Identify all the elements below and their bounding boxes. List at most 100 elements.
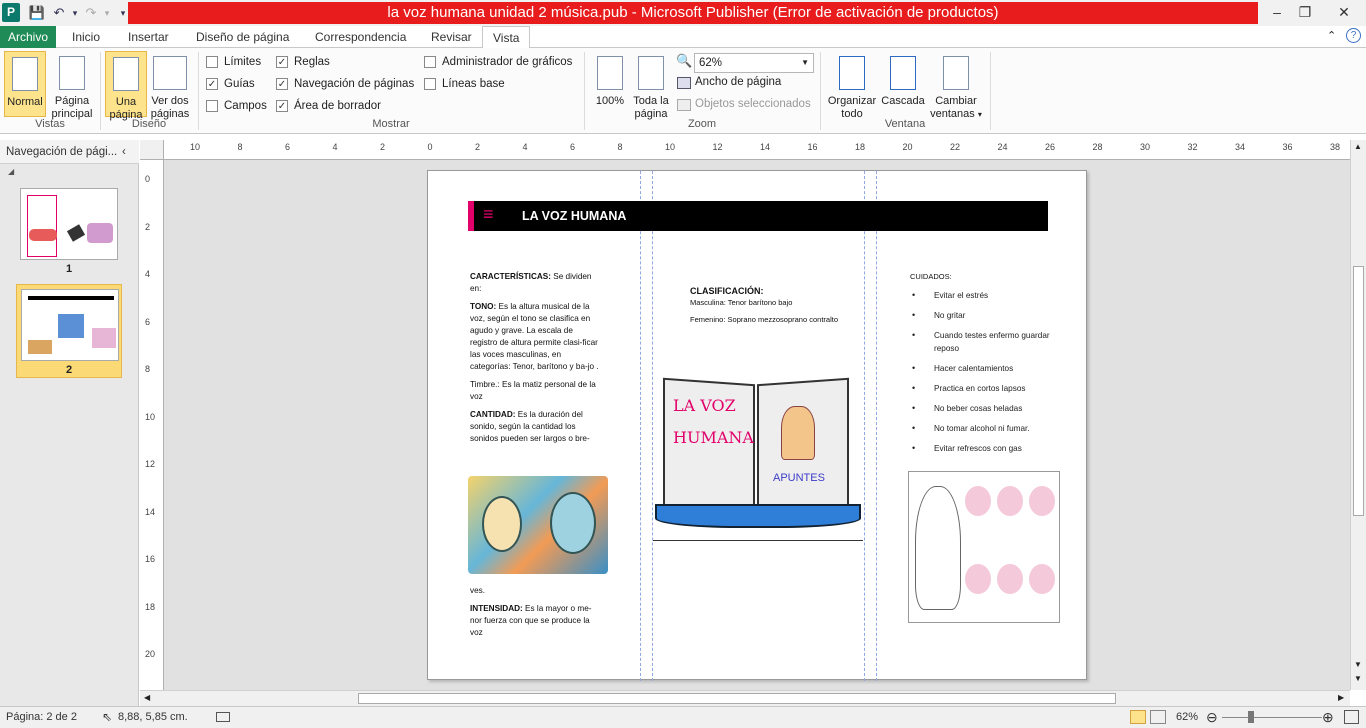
- ruler-tick-label: 6: [285, 142, 291, 152]
- thumbnail-header: [28, 296, 114, 300]
- master-page-label-1: Página: [54, 95, 90, 107]
- switch-windows-button[interactable]: Cambiar ventanas ▾: [928, 51, 984, 120]
- help-icon[interactable]: ?: [1346, 28, 1361, 43]
- bold-label: INTENSIDAD:: [470, 604, 523, 613]
- normal-view-button[interactable]: Normal: [4, 51, 46, 117]
- horizontal-ruler[interactable]: 10 8 6 4 2 0 2 4 6 8 10 12 14 16 18 20 22 24 26 28 30 32 34 36 3…: [164, 140, 1350, 160]
- tab-correspondencia[interactable]: Correspondencia: [305, 26, 416, 48]
- scroll-up-icon[interactable]: ▲: [1354, 142, 1362, 151]
- cascade-icon: [890, 56, 916, 90]
- lineas-label: Líneas base: [442, 78, 505, 90]
- arrange-all-button[interactable]: Organizar todo: [826, 51, 878, 120]
- vertical-scrollbar[interactable]: ▲ ▼ ▼: [1350, 140, 1366, 690]
- reglas-label: Reglas: [294, 56, 330, 68]
- zoom-in-icon[interactable]: ⊕: [1322, 707, 1334, 728]
- publication-page[interactable]: ≡ LA VOZ HUMANA CARACTERÍSTICAS: Se divi…: [427, 170, 1087, 681]
- navegacion-checkbox[interactable]: ✓ Navegación de páginas: [276, 76, 414, 92]
- ruler-tick-label: 8: [617, 142, 623, 152]
- column-2-text[interactable]: CLASIFICACIÓN: Masculina: Tenor barítono…: [690, 286, 840, 325]
- zoom-select-value: 62%: [699, 57, 723, 69]
- document-title[interactable]: LA VOZ HUMANA: [522, 209, 626, 223]
- horizontal-scroll-thumb[interactable]: [358, 693, 1116, 704]
- book-apuntes: APUNTES: [773, 472, 825, 484]
- single-page-view-icon[interactable]: [1130, 710, 1146, 724]
- campos-checkbox[interactable]: Campos: [206, 98, 267, 114]
- ruler-corner[interactable]: [140, 140, 164, 160]
- page-width-icon: [677, 77, 691, 89]
- book-illustration-image[interactable]: LA VOZ HUMANA APUNTES: [653, 376, 863, 541]
- master-page-button[interactable]: Página principal: [48, 51, 96, 120]
- close-icon[interactable]: ✕: [1326, 2, 1362, 22]
- scroll-down-icon[interactable]: ▼: [1354, 660, 1362, 669]
- ruler-tick-label: 12: [145, 459, 156, 469]
- zoom-slider[interactable]: [1222, 717, 1322, 718]
- zoom-slider-handle[interactable]: [1248, 711, 1254, 723]
- tab-revisar[interactable]: Revisar: [421, 26, 482, 48]
- page-thumbnail-1[interactable]: 1: [16, 184, 122, 278]
- expand-triangle-icon[interactable]: ◢: [8, 167, 14, 176]
- two-page-view-icon[interactable]: [1150, 710, 1166, 724]
- vocal-cord-image: [997, 564, 1023, 594]
- scroll-down-icon[interactable]: ▼: [1354, 674, 1362, 683]
- page-thumbnail-2[interactable]: 2: [16, 284, 122, 378]
- scroll-right-icon[interactable]: ▶: [1338, 693, 1344, 702]
- cascade-button[interactable]: Cascada: [880, 51, 926, 117]
- column-1-text-continued[interactable]: ves. INTENSIDAD: Es la mayor o me-nor fu…: [470, 585, 600, 639]
- paragraph: INTENSIDAD: Es la mayor o me-nor fuerza …: [470, 603, 600, 639]
- faces-artwork-image[interactable]: [468, 476, 608, 574]
- save-icon[interactable]: 💾: [28, 4, 46, 22]
- ruler-tick-label: 4: [145, 269, 151, 279]
- horizontal-scrollbar[interactable]: ◀ ▶: [140, 690, 1350, 706]
- page-width-button[interactable]: Ancho de página: [695, 76, 781, 88]
- scroll-left-icon[interactable]: ◀: [144, 693, 150, 702]
- checkbox-box: ✓: [276, 56, 288, 68]
- vertical-ruler[interactable]: 0 2 4 6 8 10 12 14 16 18 20: [140, 160, 164, 690]
- restore-icon[interactable]: ❐: [1290, 2, 1320, 22]
- single-page-button[interactable]: Una página: [105, 51, 147, 121]
- limites-checkbox[interactable]: Límites: [206, 54, 261, 70]
- tab-archivo[interactable]: Archivo: [0, 26, 56, 48]
- normal-view-icon: [12, 57, 38, 91]
- graficos-checkbox[interactable]: Administrador de gráficos: [424, 54, 572, 70]
- checkbox-box: [424, 78, 436, 90]
- lineas-checkbox[interactable]: Líneas base: [424, 76, 505, 92]
- guias-checkbox[interactable]: ✓ Guías: [206, 76, 255, 92]
- column-1-text[interactable]: CARACTERÍSTICAS: Se dividen en: TONO: Es…: [470, 271, 600, 445]
- thumbnail-frame: [27, 195, 57, 257]
- ruler-tick-label: 6: [145, 316, 151, 327]
- publisher-logo-icon[interactable]: P: [2, 3, 20, 22]
- list-item: Hacer calentamientos: [910, 362, 1060, 375]
- whole-page-button[interactable]: Toda la página: [630, 51, 672, 120]
- tab-insertar[interactable]: Insertar: [118, 26, 179, 48]
- navegacion-label: Navegación de páginas: [294, 78, 415, 90]
- zoom-select[interactable]: 62% ▼: [694, 53, 814, 73]
- zoom-level[interactable]: 62%: [1176, 707, 1198, 728]
- group-label-zoom: Zoom: [687, 118, 717, 130]
- borrador-checkbox[interactable]: ✓ Área de borrador: [276, 98, 381, 114]
- zoom-out-icon[interactable]: ⊖: [1206, 707, 1218, 728]
- vocal-cords-diagram-image[interactable]: [908, 471, 1060, 623]
- checkbox-box: [206, 56, 218, 68]
- tab-vista[interactable]: Vista: [482, 26, 531, 49]
- selected-objects-button[interactable]: Objetos seleccionados: [695, 98, 811, 110]
- fit-page-icon[interactable]: [1344, 710, 1359, 724]
- thumbnail-image: [92, 328, 116, 348]
- column-3-text[interactable]: CUIDADOS: Evitar el estrés No gritar Cua…: [910, 271, 1060, 462]
- two-page-button[interactable]: Ver dos páginas: [148, 51, 192, 120]
- zoom-100-button[interactable]: 100%: [592, 51, 628, 117]
- collapse-ribbon-icon[interactable]: ⌃: [1327, 29, 1336, 42]
- collapse-panel-icon[interactable]: ‹: [122, 140, 126, 164]
- page-indicator[interactable]: Página: 2 de 2: [6, 707, 77, 728]
- tab-diseno-pagina[interactable]: Diseño de página: [186, 26, 299, 48]
- group-label-diseno: Diseño: [131, 118, 167, 130]
- ruler-tick-label: 6: [570, 142, 576, 152]
- reglas-checkbox[interactable]: ✓ Reglas: [276, 54, 330, 70]
- clasificacion-heading: CLASIFICACIÓN:: [690, 286, 764, 296]
- ruler-tick-label: 26: [1045, 142, 1056, 152]
- page-number-2: 2: [65, 364, 73, 376]
- tab-inicio[interactable]: Inicio: [62, 26, 110, 48]
- minimize-icon[interactable]: –: [1262, 2, 1292, 22]
- vertical-scroll-thumb[interactable]: [1353, 266, 1364, 516]
- page-navigation-header: Navegación de pági... ‹: [0, 140, 139, 164]
- paragraph: TONO: Es la altura musical de la voz, se…: [470, 301, 600, 373]
